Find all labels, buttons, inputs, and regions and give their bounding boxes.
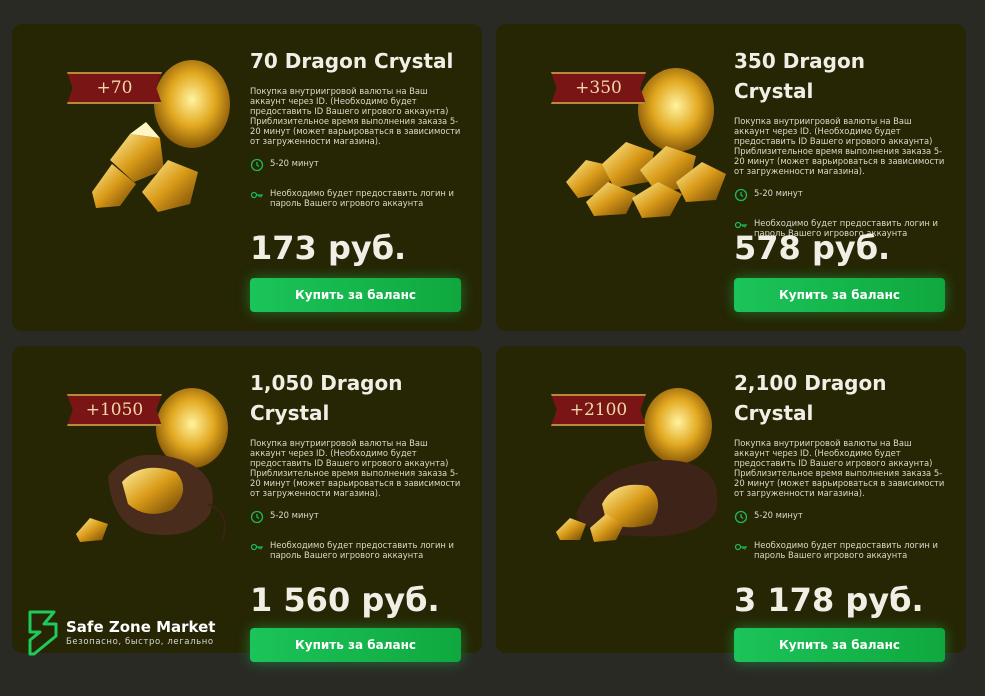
crystal-bag-icon — [72, 364, 262, 544]
product-info: 70 Dragon Crystal Покупка внутриигровой … — [250, 46, 465, 208]
clock-icon — [734, 510, 748, 524]
login-requirement-text: Необходимо будет предоставить логин и па… — [270, 188, 454, 208]
amount-badge: +70 — [67, 72, 162, 104]
clock-icon — [250, 510, 264, 524]
delivery-time-text: 5-20 минут — [270, 158, 319, 168]
delivery-time-text: 5-20 минут — [270, 510, 319, 520]
key-icon — [250, 191, 263, 199]
delivery-time: 5-20 минут — [250, 510, 465, 524]
product-info: 350 Dragon Crystal Покупка внутриигровой… — [734, 46, 949, 238]
key-icon — [734, 543, 747, 551]
login-requirement-text: Необходимо будет предоставить логин и па… — [754, 540, 938, 560]
delivery-time-text: 5-20 минут — [754, 510, 803, 520]
delivery-time: 5-20 минут — [734, 510, 949, 524]
clock-icon — [250, 158, 264, 172]
product-info: 1,050 Dragon Crystal Покупка внутриигров… — [250, 368, 465, 560]
key-icon — [250, 543, 263, 551]
crystal-pile-icon — [556, 42, 746, 222]
logo-tagline: Безопасно, быстро, легально — [66, 637, 214, 647]
amount-badge: +1050 — [67, 394, 162, 426]
product-title: 1,050 Dragon Crystal — [250, 371, 403, 425]
product-price: 3 178 руб. — [734, 581, 924, 619]
product-description: Покупка внутриигровой валюты на Ваш акка… — [250, 438, 461, 498]
login-requirement: Необходимо будет предоставить логин и па… — [734, 540, 949, 560]
product-price: 1 560 руб. — [250, 581, 440, 619]
buy-with-balance-button[interactable]: Купить за баланс — [734, 628, 945, 662]
logo-name: Safe Zone Market — [66, 618, 216, 636]
product-description: Покупка внутриигровой валюты на Ваш акка… — [250, 86, 461, 146]
logo-mark-icon — [28, 610, 58, 656]
product-description: Покупка внутриигровой валюты на Ваш акка… — [734, 438, 945, 498]
amount-badge: +2100 — [551, 394, 646, 426]
login-requirement: Необходимо будет предоставить логин и па… — [250, 540, 465, 560]
product-description: Покупка внутриигровой валюты на Ваш акка… — [734, 116, 945, 176]
delivery-time-text: 5-20 минут — [754, 188, 803, 198]
login-requirement-text: Необходимо будет предоставить логин и па… — [270, 540, 454, 560]
product-card: +1050 1,050 Dragon Crystal Покупка внутр… — [12, 346, 482, 662]
product-title: 350 Dragon Crystal — [734, 49, 865, 103]
product-title: 2,100 Dragon Crystal — [734, 371, 887, 425]
crystal-sack-icon — [556, 364, 746, 544]
buy-with-balance-button[interactable]: Купить за баланс — [734, 278, 945, 312]
login-requirement: Необходимо будет предоставить логин и па… — [250, 188, 465, 208]
buy-with-balance-button[interactable]: Купить за баланс — [250, 628, 461, 662]
product-card: +350 350 Dragon Crystal Покупка внутрииг… — [496, 24, 966, 331]
site-logo: Safe Zone Market Безопасно, быстро, лега… — [26, 610, 215, 656]
product-price: 173 руб. — [250, 229, 407, 267]
product-title: 70 Dragon Crystal — [250, 49, 454, 73]
crystal-shards-icon — [72, 42, 262, 222]
delivery-time: 5-20 минут — [250, 158, 465, 172]
amount-badge: +350 — [551, 72, 646, 104]
buy-with-balance-button[interactable]: Купить за баланс — [250, 278, 461, 312]
product-card: +70 70 Dragon Crystal Покупка внутриигро… — [12, 24, 482, 331]
delivery-time: 5-20 минут — [734, 188, 949, 202]
product-info: 2,100 Dragon Crystal Покупка внутриигров… — [734, 368, 949, 560]
product-card: +2100 2,100 Dragon Crystal Покупка внутр… — [496, 346, 966, 662]
clock-icon — [734, 188, 748, 202]
product-price: 578 руб. — [734, 229, 891, 267]
